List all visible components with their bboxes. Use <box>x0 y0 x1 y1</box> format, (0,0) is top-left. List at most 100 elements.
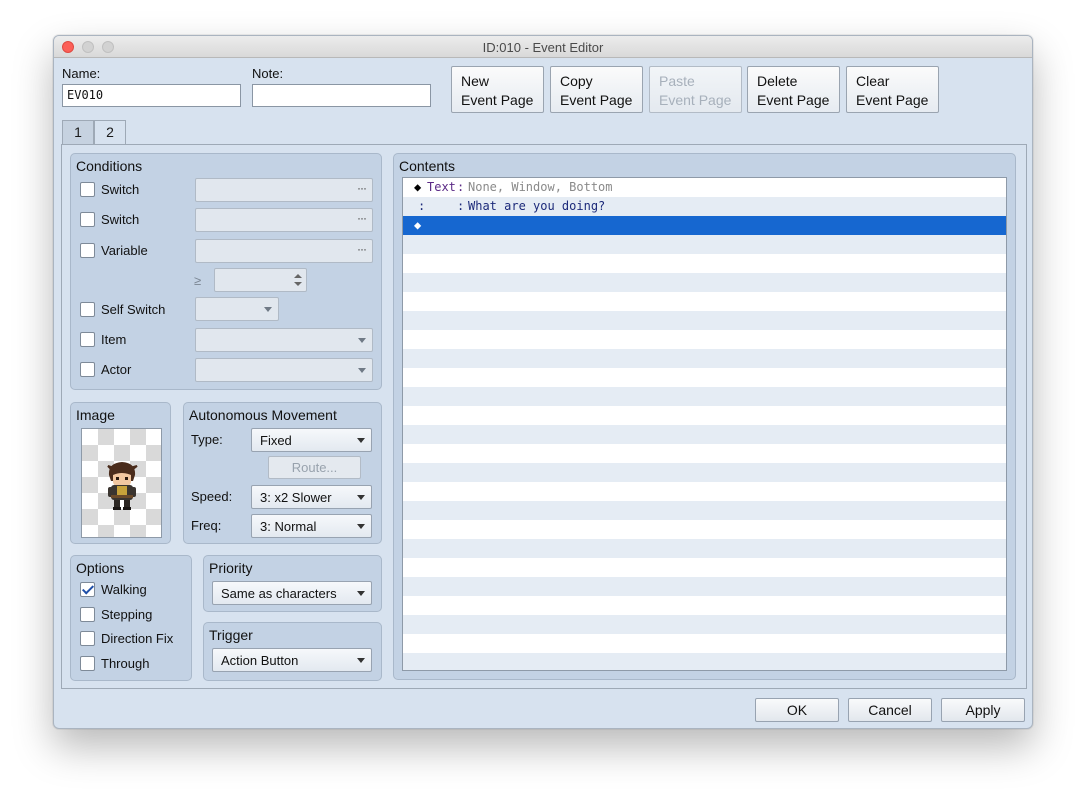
cancel-button[interactable]: Cancel <box>848 698 932 722</box>
direction-fix-label: Direction Fix <box>101 631 174 646</box>
chevron-down-icon <box>358 338 366 343</box>
switch2-selector[interactable]: ··· <box>195 208 373 232</box>
movement-title: Autonomous Movement <box>189 407 337 423</box>
options-group: Options Walking Stepping Direction Fix T… <box>70 555 192 681</box>
chevron-down-icon <box>357 438 365 443</box>
walking-label: Walking <box>101 582 147 597</box>
actor-label: Actor <box>101 362 132 377</box>
priority-group: Priority Same as characters <box>203 555 382 612</box>
event-editor-window: ID:010 - Event Editor Name: EV010 Note: … <box>53 35 1033 729</box>
new-event-page-line2: Event Page <box>461 92 534 108</box>
event-command-list[interactable]: ◆ Text : None, Window, Bottom : : What a… <box>402 177 1007 671</box>
switch2-checkbox[interactable] <box>80 212 95 227</box>
self-switch-dropdown[interactable] <box>195 297 279 321</box>
switch1-label: Switch <box>101 182 140 197</box>
apply-button[interactable]: Apply <box>941 698 1025 722</box>
variable-selector[interactable]: ··· <box>195 239 373 263</box>
trigger-value: Action Button <box>221 653 299 668</box>
spin-down-icon[interactable] <box>294 282 302 286</box>
switch2-ellipsis: ··· <box>357 211 367 225</box>
conditions-group: Conditions Switch ··· Switch ··· Variabl… <box>70 153 382 390</box>
direction-fix-checkbox[interactable] <box>80 631 95 646</box>
new-event-page-button[interactable]: New Event Page <box>451 66 544 113</box>
note-label: Note: <box>252 66 284 81</box>
spin-up-icon[interactable] <box>294 274 302 278</box>
command-row[interactable]: : : What are you doing? <box>403 197 1006 216</box>
chevron-down-icon <box>357 524 365 529</box>
freq-value: 3: Normal <box>260 519 317 534</box>
stepping-label: Stepping <box>101 607 153 622</box>
stepping-checkbox[interactable] <box>80 607 95 622</box>
copy-event-page-line1: Copy <box>560 73 593 89</box>
switch1-checkbox[interactable] <box>80 182 95 197</box>
hero-sprite-icon <box>107 462 138 510</box>
note-field[interactable] <box>252 84 431 107</box>
command-separator: : <box>457 180 465 194</box>
route-button[interactable]: Route... <box>268 456 361 479</box>
command-separator: : <box>457 199 465 213</box>
speed-label: Speed: <box>191 489 233 504</box>
command-row-selected[interactable]: ◆ <box>403 216 1006 235</box>
conditions-title: Conditions <box>76 158 143 174</box>
item-dropdown[interactable] <box>195 328 373 352</box>
contents-title: Contents <box>399 158 456 174</box>
name-field[interactable]: EV010 <box>62 84 241 107</box>
paste-event-page-button[interactable]: Paste Event Page <box>649 66 742 113</box>
delete-event-page-line2: Event Page <box>757 92 830 108</box>
chevron-down-icon <box>357 591 365 596</box>
freq-dropdown[interactable]: 3: Normal <box>251 514 372 538</box>
tab-page-1[interactable]: 1 <box>62 120 94 144</box>
self-switch-checkbox[interactable] <box>80 302 95 317</box>
clear-event-page-button[interactable]: Clear Event Page <box>846 66 939 113</box>
item-checkbox[interactable] <box>80 332 95 347</box>
command-marker: : <box>418 199 426 213</box>
delete-event-page-button[interactable]: Delete Event Page <box>747 66 840 113</box>
image-group: Image <box>70 402 171 544</box>
ok-button[interactable]: OK <box>755 698 839 722</box>
variable-label: Variable <box>101 243 148 258</box>
event-image-box[interactable] <box>81 428 162 538</box>
trigger-group: Trigger Action Button <box>203 622 382 681</box>
variable-checkbox[interactable] <box>80 243 95 258</box>
delete-event-page-line1: Delete <box>757 73 798 89</box>
tab-page-2[interactable]: 2 <box>94 120 126 145</box>
name-label: Name: <box>62 66 101 81</box>
actor-dropdown[interactable] <box>195 358 373 382</box>
copy-event-page-button[interactable]: Copy Event Page <box>550 66 643 113</box>
switch1-selector[interactable]: ··· <box>195 178 373 202</box>
type-label: Type: <box>191 432 223 447</box>
variable-value-spinner[interactable] <box>214 268 307 292</box>
chevron-down-icon <box>357 495 365 500</box>
chevron-down-icon <box>358 368 366 373</box>
event-page-panel: Conditions Switch ··· Switch ··· Variabl… <box>61 144 1027 689</box>
paste-event-page-line1: Paste <box>659 73 695 89</box>
freq-label: Freq: <box>191 518 222 533</box>
clear-event-page-line2: Event Page <box>856 92 929 108</box>
autonomous-movement-group: Autonomous Movement Type: Fixed Route...… <box>183 402 382 544</box>
contents-group: Contents ◆ Text : None, Window, Bottom :… <box>393 153 1016 680</box>
command-row[interactable]: ◆ Text : None, Window, Bottom <box>403 178 1006 197</box>
options-title: Options <box>76 560 125 576</box>
self-switch-label: Self Switch <box>101 302 166 317</box>
trigger-title: Trigger <box>209 627 253 643</box>
movement-type-dropdown[interactable]: Fixed <box>251 428 372 452</box>
through-checkbox[interactable] <box>80 656 95 671</box>
command-params: None, Window, Bottom <box>468 180 613 194</box>
speed-dropdown[interactable]: 3: x2 Slower <box>251 485 372 509</box>
command-marker: ◆ <box>414 180 422 194</box>
window-title: ID:010 - Event Editor <box>482 40 604 55</box>
through-label: Through <box>101 656 150 671</box>
title-bar: ID:010 - Event Editor <box>54 36 1032 58</box>
clear-event-page-line1: Clear <box>856 73 890 89</box>
speed-value: 3: x2 Slower <box>260 490 332 505</box>
actor-checkbox[interactable] <box>80 362 95 377</box>
priority-dropdown[interactable]: Same as characters <box>212 581 372 605</box>
command-params: What are you doing? <box>468 199 606 213</box>
switch1-ellipsis: ··· <box>357 181 367 195</box>
walking-checkbox[interactable] <box>80 582 95 597</box>
gte-symbol: ≥ <box>194 273 202 288</box>
trigger-dropdown[interactable]: Action Button <box>212 648 372 672</box>
chevron-down-icon <box>357 658 365 663</box>
command-name: Text <box>427 180 456 194</box>
movement-type-value: Fixed <box>260 433 292 448</box>
